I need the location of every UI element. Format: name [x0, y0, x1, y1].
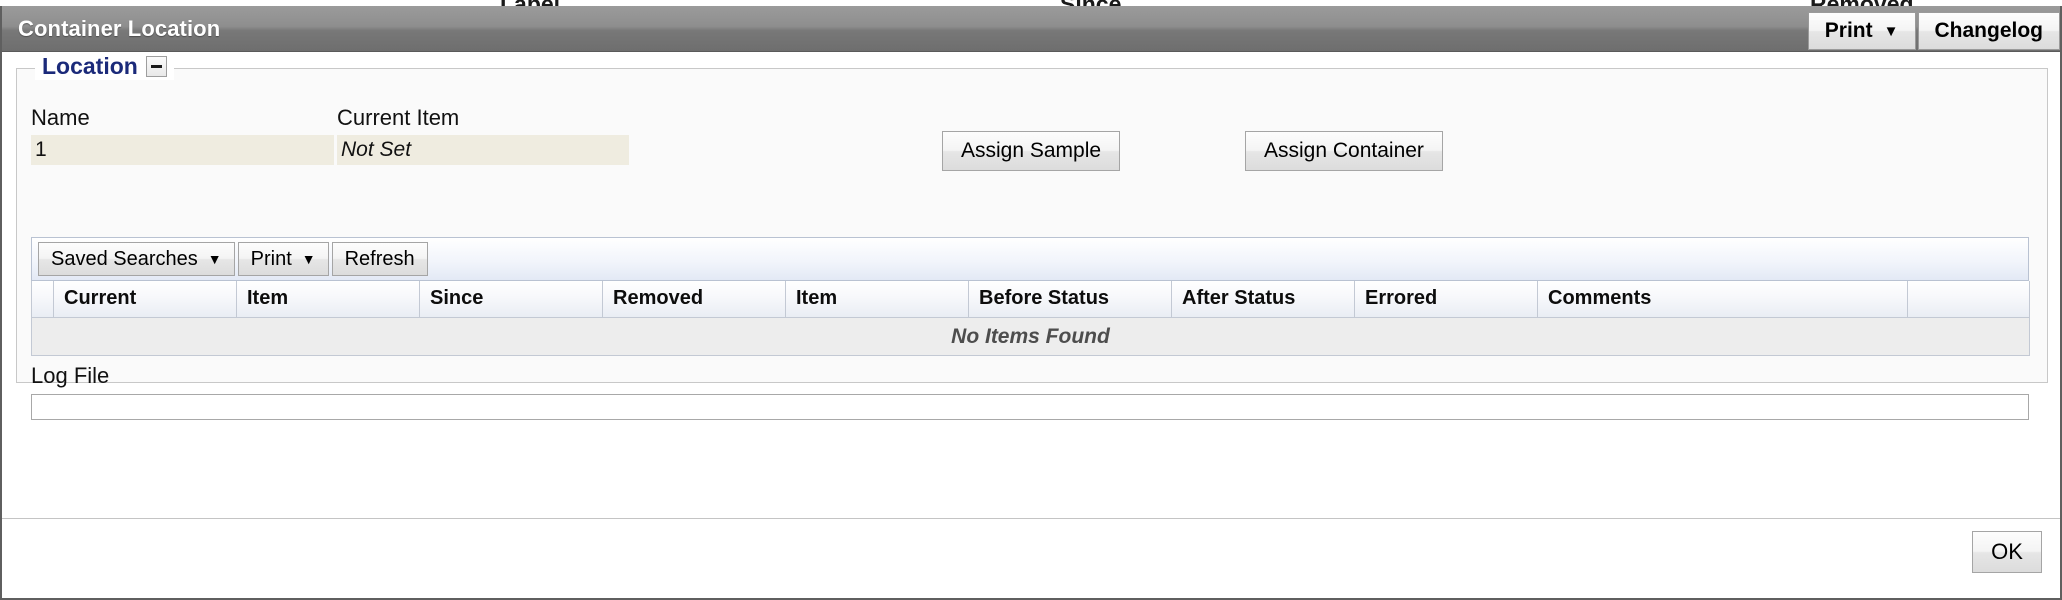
collapse-minus-icon[interactable] [145, 56, 167, 77]
current-item-label: Current Item [337, 105, 460, 130]
name-value[interactable]: 1 [31, 135, 334, 165]
changelog-button[interactable]: Changelog [1917, 12, 2060, 50]
results-toolbar: Saved Searches ▼ Print ▼ Refresh [31, 237, 2029, 281]
table-header-after-status-7[interactable]: After Status [1171, 281, 1355, 318]
ok-button[interactable]: OK [1972, 531, 2042, 573]
print-button-label: Print [1824, 19, 1873, 42]
chevron-down-icon: ▼ [207, 251, 222, 267]
saved-searches-label: Saved Searches [51, 247, 198, 270]
minus-glyph [150, 65, 162, 68]
table-header-blank-0[interactable] [31, 281, 54, 318]
chevron-down-icon: ▼ [1883, 22, 1899, 40]
container-location-dialog: Container Location Print ▼ Changelog Loc… [0, 6, 2062, 600]
location-legend: Location [35, 53, 174, 80]
dialog-title: Container Location [18, 15, 221, 41]
name-label: Name [31, 105, 90, 130]
table-header-before-status-6[interactable]: Before Status [968, 281, 1172, 318]
location-legend-label: Location [42, 53, 138, 79]
assign-sample-label: Assign Sample [961, 139, 1102, 162]
location-fieldset: Location Name 1 Current Item Not Set Ass… [16, 53, 2048, 420]
titlebar-actions: Print ▼ Changelog [1807, 12, 2060, 50]
print-button[interactable]: Print ▼ [1807, 12, 1916, 50]
table-header-row: Current Item Since Removed Item Before Status… [31, 281, 2030, 318]
table-empty-row: No Items Found [31, 317, 2030, 356]
location-history-table: Current Item Since Removed Item Before Status… [31, 281, 2030, 356]
refresh-label: Refresh [344, 247, 415, 270]
current-item-value[interactable]: Not Set [337, 135, 629, 165]
refresh-button[interactable]: Refresh [331, 242, 428, 276]
assign-sample-button[interactable]: Assign Sample [942, 131, 1121, 171]
toolbar-print-button[interactable]: Print ▼ [237, 242, 329, 276]
toolbar-print-label: Print [250, 247, 292, 270]
table-header-item-5[interactable]: Item [785, 281, 969, 318]
dialog-footer: OK [2, 518, 2060, 598]
assign-container-label: Assign Container [1264, 139, 1424, 162]
table-body: No Items Found [31, 317, 2030, 356]
table-header-errored-8[interactable]: Errored [1354, 281, 1538, 318]
changelog-button-label: Changelog [1934, 19, 2044, 42]
saved-searches-button[interactable]: Saved Searches ▼ [38, 242, 235, 276]
assign-container-button[interactable]: Assign Container [1245, 131, 1443, 171]
table-header-comments-9[interactable]: Comments [1537, 281, 1908, 318]
table-header-removed-4[interactable]: Removed [602, 281, 786, 318]
table-header-item-2[interactable]: Item [236, 281, 420, 318]
dialog-titlebar: Container Location Print ▼ Changelog [2, 6, 2060, 52]
no-items-found-message: No Items Found [31, 317, 2030, 356]
table-header-since-3[interactable]: Since [419, 281, 603, 318]
log-file-label: Log File [31, 363, 110, 388]
log-file-input[interactable] [31, 394, 2029, 420]
table-header-blank-10[interactable] [1907, 281, 2030, 318]
chevron-down-icon: ▼ [301, 251, 316, 267]
table-header-current-1[interactable]: Current [53, 281, 237, 318]
ok-button-label: OK [1991, 539, 2023, 564]
